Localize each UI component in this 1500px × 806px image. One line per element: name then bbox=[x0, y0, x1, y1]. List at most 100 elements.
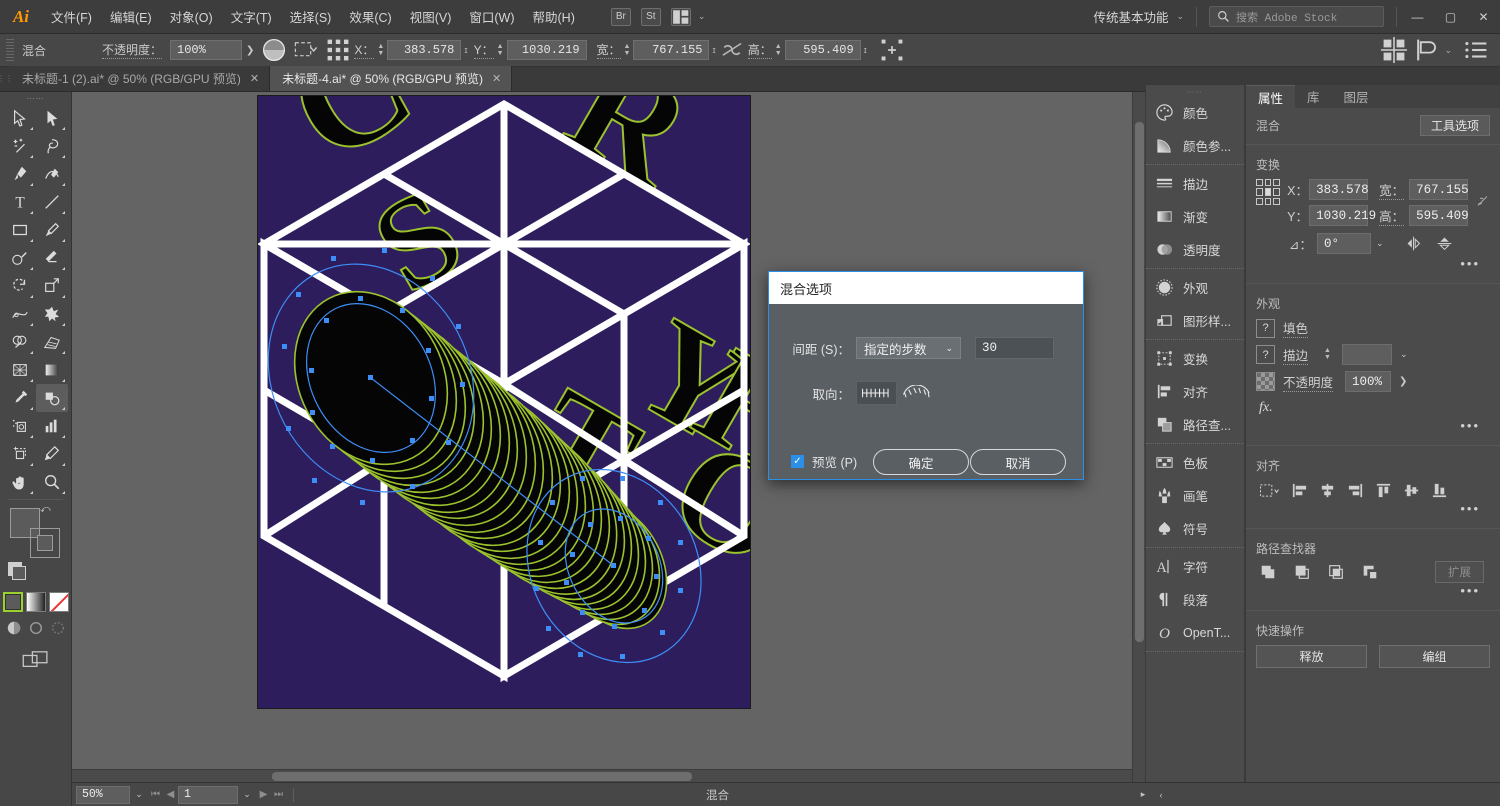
canvas-vertical-scrollbar[interactable] bbox=[1132, 92, 1145, 782]
stroke-weight-input[interactable] bbox=[1341, 344, 1392, 365]
group-button[interactable]: 编组 bbox=[1379, 645, 1490, 668]
pen-tool[interactable] bbox=[4, 160, 36, 188]
tab-libraries[interactable]: 库 bbox=[1295, 85, 1332, 108]
tools-panel-grip[interactable]: ⋯⋯ bbox=[0, 92, 71, 104]
preview-checkbox[interactable]: ✓ bbox=[791, 455, 804, 468]
ok-button[interactable]: 确定 bbox=[873, 449, 969, 475]
panel-graphic-styles[interactable]: 图形样... bbox=[1146, 304, 1244, 337]
panel-transform[interactable]: 变换 bbox=[1146, 342, 1244, 375]
zoom-tool[interactable] bbox=[36, 468, 68, 496]
scale-tool[interactable] bbox=[36, 272, 68, 300]
opacity-swatch[interactable] bbox=[1256, 372, 1275, 391]
panel-stroke[interactable]: 描边 bbox=[1146, 167, 1244, 200]
status-expand-icon[interactable]: ‹ bbox=[1152, 790, 1170, 800]
flip-vertical-icon[interactable] bbox=[1436, 235, 1453, 252]
document-tab-1-close-icon[interactable]: ✕ bbox=[250, 72, 259, 85]
shaper-tool[interactable] bbox=[4, 244, 36, 272]
line-segment-tool[interactable] bbox=[36, 188, 68, 216]
pathfinder-more-icon[interactable]: ••• bbox=[1256, 581, 1490, 602]
document-tab-1[interactable]: 未标题-1 (2).ai* @ 50% (RGB/GPU 预览) ✕ bbox=[10, 66, 271, 91]
panel-paragraph[interactable]: 段落 bbox=[1146, 583, 1244, 616]
none-button[interactable] bbox=[48, 592, 69, 612]
menu-object[interactable]: 对象(O) bbox=[161, 0, 222, 34]
document-tab-2-close-icon[interactable]: ✕ bbox=[492, 72, 501, 85]
control-bar-grip[interactable] bbox=[6, 39, 14, 61]
constrain-proportions-icon[interactable] bbox=[719, 38, 745, 62]
minus-front-icon[interactable] bbox=[1293, 563, 1311, 581]
angle-chevron-icon[interactable]: ⌄ bbox=[1376, 238, 1384, 249]
artboard-number-input[interactable]: 1 bbox=[178, 785, 238, 804]
unite-icon[interactable] bbox=[1259, 563, 1277, 581]
fx-button[interactable]: fx. bbox=[1256, 398, 1490, 416]
workspace-chevron-icon[interactable]: ⌄ bbox=[1174, 11, 1192, 22]
align-more-icon[interactable]: ••• bbox=[1256, 499, 1490, 520]
prop-h-input[interactable]: 595.409 bbox=[1409, 205, 1469, 226]
reference-point-icon[interactable] bbox=[325, 38, 351, 62]
shape-builder-tool[interactable] bbox=[4, 328, 36, 356]
bridge-button[interactable]: Br bbox=[610, 7, 631, 26]
menu-type[interactable]: 文字(T) bbox=[222, 0, 281, 34]
align-center-v-icon[interactable] bbox=[1403, 482, 1420, 499]
document-setup-chevron-icon[interactable]: ⌄ bbox=[1442, 45, 1460, 56]
release-button[interactable]: 释放 bbox=[1256, 645, 1367, 668]
slice-tool[interactable] bbox=[36, 440, 68, 468]
gradient-tool[interactable] bbox=[36, 356, 68, 384]
menu-edit[interactable]: 编辑(E) bbox=[101, 0, 161, 34]
transform-gizmo-icon[interactable] bbox=[879, 38, 905, 62]
menu-file[interactable]: 文件(F) bbox=[42, 0, 101, 34]
control-y-input[interactable]: 1030.219 bbox=[506, 40, 587, 60]
transform-more-icon[interactable]: ••• bbox=[1256, 254, 1490, 275]
zoom-chevron-icon[interactable]: ⌄ bbox=[130, 789, 148, 800]
fill-swatch-props[interactable]: ? bbox=[1256, 318, 1275, 338]
stroke-chevron-icon[interactable]: ⌄ bbox=[1400, 349, 1408, 360]
curvature-tool[interactable] bbox=[36, 160, 68, 188]
expand-button[interactable]: 扩展 bbox=[1435, 561, 1484, 583]
panel-opentype[interactable]: O OpenT... bbox=[1146, 616, 1244, 649]
appearance-more-icon[interactable]: ••• bbox=[1256, 416, 1490, 437]
type-tool[interactable]: T bbox=[4, 188, 36, 216]
perspective-grid-tool[interactable] bbox=[36, 328, 68, 356]
prop-w-input[interactable]: 767.155 bbox=[1409, 179, 1469, 200]
rotate-tool[interactable] bbox=[4, 272, 36, 300]
w-stepper[interactable]: ▲ ▼ bbox=[624, 43, 631, 57]
align-to-page-icon[interactable] bbox=[856, 381, 897, 405]
draw-behind-icon[interactable] bbox=[28, 620, 44, 636]
arrange-documents-icon[interactable] bbox=[670, 7, 691, 26]
direct-selection-tool[interactable] bbox=[36, 104, 68, 132]
panel-symbols[interactable]: 符号 bbox=[1146, 512, 1244, 545]
hand-tool[interactable] bbox=[4, 468, 36, 496]
align-center-h-icon[interactable] bbox=[1319, 482, 1336, 499]
width-tool[interactable] bbox=[4, 300, 36, 328]
mesh-tool[interactable] bbox=[4, 356, 36, 384]
minimize-button[interactable]: — bbox=[1401, 0, 1434, 34]
menu-window[interactable]: 窗口(W) bbox=[460, 0, 523, 34]
broken-link-icon[interactable] bbox=[1475, 193, 1490, 209]
h-stepper[interactable]: ▲ ▼ bbox=[775, 43, 782, 57]
align-to-selection-icon[interactable] bbox=[1258, 482, 1280, 499]
panel-align[interactable]: 对齐 bbox=[1146, 375, 1244, 408]
tab-layers[interactable]: 图层 bbox=[1332, 85, 1381, 108]
panel-color[interactable]: 颜色 bbox=[1146, 96, 1244, 129]
transparency-grid-icon[interactable] bbox=[261, 38, 287, 62]
reference-point-selector[interactable] bbox=[1256, 179, 1281, 205]
exclude-icon[interactable] bbox=[1361, 563, 1379, 581]
free-transform-tool[interactable] bbox=[36, 300, 68, 328]
vertical-scroll-thumb[interactable] bbox=[1135, 122, 1144, 642]
tool-options-button[interactable]: 工具选项 bbox=[1419, 115, 1490, 136]
prev-artboard-icon[interactable]: ◀ bbox=[163, 789, 178, 800]
panel-gradient[interactable]: 渐变 bbox=[1146, 200, 1244, 233]
prop-x-input[interactable]: 383.578 bbox=[1309, 179, 1369, 200]
prop-angle-input[interactable]: 0° bbox=[1316, 233, 1371, 254]
control-x-input[interactable]: 383.578 bbox=[387, 40, 462, 60]
x-stepper[interactable]: ▲ ▼ bbox=[377, 43, 384, 57]
control-h-input[interactable]: 595.409 bbox=[784, 40, 861, 60]
blend-tool[interactable] bbox=[35, 384, 68, 412]
default-fill-stroke-icon-2[interactable] bbox=[12, 566, 26, 580]
maximize-button[interactable]: ▢ bbox=[1434, 0, 1467, 34]
canvas-horizontal-scrollbar[interactable] bbox=[72, 769, 1132, 782]
prop-y-input[interactable]: 1030.219 bbox=[1309, 205, 1376, 226]
arrange-chevron-icon[interactable]: ⌄ bbox=[696, 11, 714, 22]
gradient-button[interactable] bbox=[25, 592, 46, 612]
prop-opacity-input[interactable]: 100% bbox=[1345, 371, 1392, 392]
magic-wand-tool[interactable] bbox=[4, 132, 36, 160]
